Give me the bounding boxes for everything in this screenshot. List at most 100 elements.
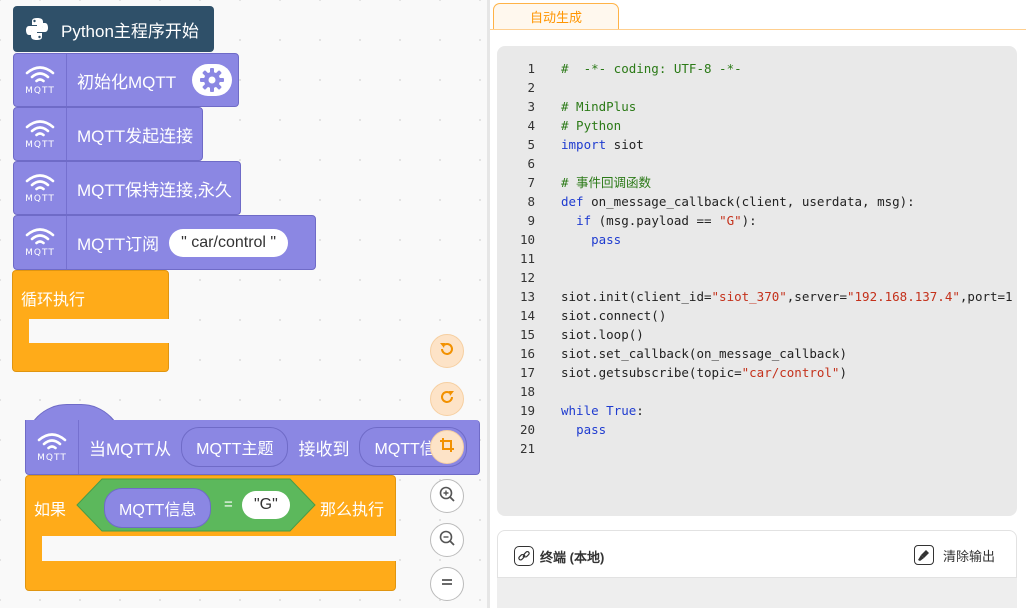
code-line: 6	[497, 154, 1017, 173]
line-number: 15	[519, 327, 535, 342]
mqtt-icon: MQTT	[14, 162, 67, 214]
code-line: 15 siot.loop()	[497, 325, 1017, 344]
code-text: while True:	[561, 401, 644, 420]
code-line: 21	[497, 439, 1017, 458]
init-mqtt-label: 初始化MQTT	[77, 72, 177, 92]
code-line: 9 if (msg.payload == "G"):	[497, 211, 1017, 230]
block-workspace[interactable]: Python主程序开始 MQTT 初始化MQTT MQTT MQTT发起连接 M…	[0, 0, 487, 608]
crop-button[interactable]	[430, 430, 464, 464]
mqtt-subscribe-label: MQTT订阅	[77, 235, 160, 254]
if-value-input[interactable]: "G"	[242, 491, 290, 519]
code-line: 8 def on_message_callback(client, userdat…	[497, 192, 1017, 211]
code-editor[interactable]: 1 # -*- coding: UTF-8 -*- 2 3 # MindPlus 4 # P…	[497, 46, 1017, 516]
code-text: if (msg.payload == "G"):	[561, 211, 757, 230]
redo-button[interactable]	[430, 382, 464, 416]
zoom-out-button[interactable]	[430, 523, 464, 557]
zoom-out-icon	[438, 529, 456, 552]
code-line: 10 pass	[497, 230, 1017, 249]
code-text: siot.loop()	[561, 325, 644, 344]
code-token: # Python	[561, 118, 622, 133]
code-line: 3 # MindPlus	[497, 97, 1017, 116]
code-token: pass	[576, 422, 607, 437]
equals-operator: =	[224, 496, 233, 513]
line-number: 20	[519, 422, 535, 437]
line-number: 2	[527, 80, 535, 95]
code-text: siot.getsubscribe(topic="car/control")	[561, 363, 847, 382]
mqtt-icon-label: MQTT	[25, 248, 55, 258]
code-token: pass	[591, 232, 622, 247]
terminal-title: 终端 (本地)	[540, 550, 605, 565]
mqtt-icon: MQTT	[14, 216, 67, 269]
python-logo-icon	[13, 16, 61, 42]
tab-auto-generate[interactable]: 自动生成	[493, 3, 619, 30]
code-token: "car/control"	[741, 365, 840, 380]
code-line: 4 # Python	[497, 116, 1017, 135]
init-mqtt-block[interactable]: MQTT 初始化MQTT	[13, 53, 239, 107]
line-number: 16	[519, 346, 535, 361]
if-param-message[interactable]: MQTT信息	[104, 488, 212, 528]
zoom-in-button[interactable]	[430, 479, 464, 513]
code-token: "192.168.137.4"	[847, 289, 960, 304]
clear-output-button[interactable]: 清除输出	[914, 544, 995, 566]
code-text: import siot	[561, 135, 644, 154]
code-token: "G"	[719, 213, 742, 228]
code-line: 2	[497, 78, 1017, 97]
line-number: 12	[519, 270, 535, 285]
undo-icon	[438, 340, 456, 363]
mqtt-icon-label: MQTT	[25, 85, 55, 96]
gear-icon[interactable]	[192, 64, 233, 96]
code-line: 14 siot.connect()	[497, 306, 1017, 325]
mqtt-icon-label: MQTT	[25, 139, 55, 150]
line-number: 21	[519, 441, 535, 456]
loop-forever-block[interactable]: 循环执行	[12, 270, 170, 372]
if-body-slot	[42, 536, 397, 561]
mqtt-subscribe-block[interactable]: MQTT MQTT订阅 " car/control "	[13, 215, 316, 270]
mqtt-keep-alive-label: MQTT保持连接,永久	[77, 180, 232, 200]
line-number: 3	[527, 99, 535, 114]
code-line: 20 pass	[497, 420, 1017, 439]
code-token: import	[561, 137, 607, 152]
mqtt-connect-label: MQTT发起连接	[77, 126, 194, 146]
link-icon	[514, 546, 534, 566]
code-token: siot.loop()	[561, 327, 644, 342]
line-number: 9	[527, 213, 535, 228]
code-token: ,server=	[786, 289, 847, 304]
python-main-start-block[interactable]: Python主程序开始	[13, 6, 214, 52]
code-text: def on_message_callback(client, userdata…	[561, 192, 915, 211]
subscribe-topic-input[interactable]: " car/control "	[169, 228, 289, 257]
line-number: 13	[519, 289, 535, 304]
equals-icon	[439, 574, 455, 595]
mqtt-icon-label: MQTT	[25, 193, 55, 204]
code-line: 11	[497, 249, 1017, 268]
mqtt-topic-param[interactable]: MQTT主题	[181, 427, 289, 467]
panel-divider[interactable]	[487, 0, 490, 608]
code-text: siot.connect()	[561, 306, 666, 325]
code-token: (msg.payload ==	[591, 213, 720, 228]
redo-icon	[438, 388, 456, 411]
terminal-panel: 终端 (本地) 清除输出	[497, 530, 1017, 608]
if-block[interactable]: 如果 MQTT信息 = "G" 那么执行	[25, 475, 397, 591]
mqtt-icon: MQTT	[26, 420, 79, 474]
undo-button[interactable]	[430, 334, 464, 368]
code-text: pass	[561, 420, 606, 439]
line-number: 14	[519, 308, 535, 323]
code-token: siot.connect()	[561, 308, 667, 323]
event-when-label: 当MQTT从	[89, 439, 172, 459]
equals-condition-block[interactable]: MQTT信息 = "G"	[76, 478, 316, 532]
line-number: 7	[527, 175, 535, 190]
mqtt-connect-block[interactable]: MQTT MQTT发起连接	[13, 107, 203, 161]
reset-zoom-button[interactable]	[430, 567, 464, 601]
crop-icon	[438, 436, 456, 459]
code-text: # -*- coding: UTF-8 -*-	[561, 59, 742, 78]
mqtt-keep-alive-block[interactable]: MQTT MQTT保持连接,永久	[13, 161, 241, 215]
line-number: 19	[519, 403, 535, 418]
if-label: 如果	[34, 502, 67, 519]
code-token: # 事件回调函数	[561, 175, 652, 190]
code-token: )	[839, 365, 847, 380]
code-text: pass	[561, 230, 621, 249]
code-token: siot.getsubscribe(topic=	[561, 365, 742, 380]
mqtt-receive-event-block[interactable]: MQTT 当MQTT从 MQTT主题 接收到 MQTT信息	[25, 420, 480, 475]
